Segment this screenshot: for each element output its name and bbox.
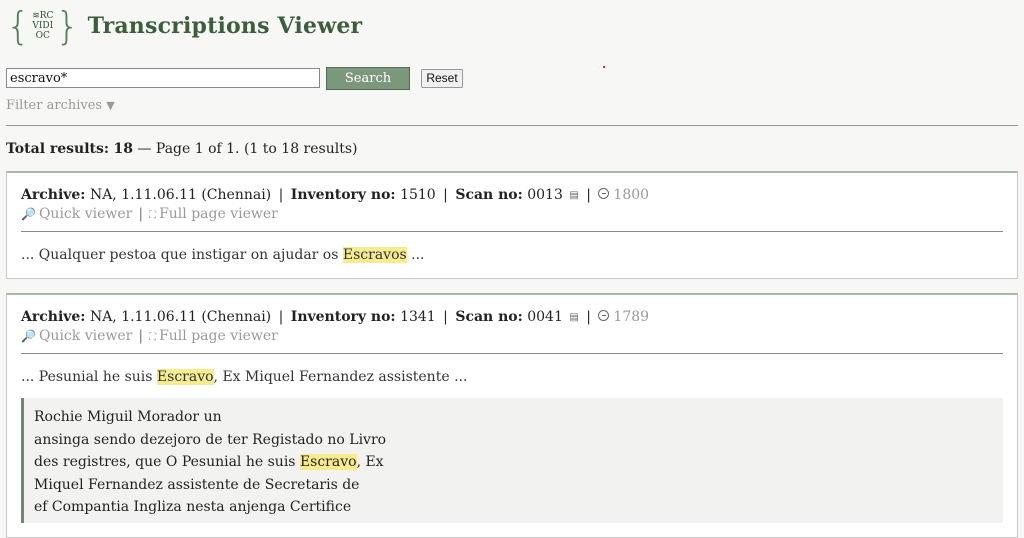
transcript-text: des registres, que O Pesunial he suis (34, 454, 300, 470)
divider (6, 125, 1018, 126)
transcript-text: , Ex (356, 454, 384, 470)
clock-icon (598, 188, 610, 199)
separator: | (586, 187, 591, 203)
search-highlight: Escravos (342, 247, 407, 263)
transcript-line: des registres, que O Pesunial he suis Es… (34, 451, 993, 474)
full-page-viewer-link[interactable]: Full page viewer (159, 206, 278, 222)
app-header: { ≋RC VIDI OC } Transcriptions Viewer (6, 0, 1024, 50)
transcript-line: Miquel Fernandez assistente de Secretari… (34, 476, 360, 493)
logo: { ≋RC VIDI OC } (6, 6, 80, 46)
scan-icon[interactable]: ▤ (569, 190, 578, 201)
quick-viewer-link[interactable]: Quick viewer (39, 206, 132, 222)
scan-value: 0041 (527, 309, 563, 325)
snippet-text: ... Qualquer pestoa que instigar on ajud… (21, 247, 343, 263)
page: { ≋RC VIDI OC } Transcriptions Viewer Se… (0, 0, 1024, 538)
total-results-count: 18 (113, 141, 133, 157)
inventory-label: Inventory no: (290, 309, 396, 325)
search-button[interactable]: Search (326, 66, 410, 90)
fullscreen-icon: ⛶ (149, 332, 157, 343)
inventory-label: Inventory no: (290, 187, 396, 203)
snippet-text: ... (406, 247, 425, 263)
result-snippet: ... Qualquer pestoa que instigar on ajud… (21, 246, 1003, 264)
separator: | (443, 187, 448, 203)
magnifier-icon: 🔎 (21, 329, 36, 343)
search-bar: Search Reset (6, 66, 1024, 90)
transcript-line: ansinga sendo dezejoro de ter Registado … (34, 431, 387, 448)
archive-label: Archive: (21, 187, 86, 203)
scan-label: Scan no: (455, 309, 523, 325)
separator: | (443, 309, 448, 325)
fullscreen-icon: ⛶ (149, 210, 157, 221)
separator: | (138, 328, 144, 344)
logo-left-brace: { (6, 4, 31, 48)
reset-button[interactable]: Reset (421, 68, 463, 88)
result-snippet: ... Pesunial he suis Escravo, Ex Miquel … (21, 368, 1003, 386)
result-card: Archive: NA, 1.11.06.11 (Chennai) | Inve… (6, 171, 1018, 279)
pagination-info: — Page 1 of 1. (1 to 18 results) (133, 141, 358, 157)
scan-icon[interactable]: ▤ (569, 312, 578, 323)
filter-archives-label: Filter archives (6, 98, 103, 113)
result-card: Archive: NA, 1.11.06.11 (Chennai) | Inve… (6, 293, 1018, 538)
separator: | (138, 206, 144, 222)
archive-value: NA, 1.11.06.11 (Chennai) (89, 187, 272, 203)
result-meta: Archive: NA, 1.11.06.11 (Chennai) | Inve… (21, 187, 1003, 204)
logo-line-2: VIDI (32, 21, 54, 31)
clock-icon (598, 310, 610, 321)
separator: | (586, 309, 591, 325)
logo-line-3: OC (35, 31, 50, 41)
results-summary: Total results: 18 — Page 1 of 1. (1 to 1… (6, 141, 1024, 157)
total-results-label: Total results: (6, 141, 110, 157)
scan-value: 0013 (527, 187, 563, 203)
transcript-line: Rochie Miguil Morador un (34, 409, 222, 425)
divider (21, 353, 1003, 354)
filter-archives-toggle[interactable]: Filter archives ▼ (6, 98, 1024, 113)
page-title: Transcriptions Viewer (87, 13, 363, 39)
search-input[interactable] (6, 68, 320, 88)
inventory-value: 1510 (400, 187, 436, 203)
full-page-viewer-link[interactable]: Full page viewer (159, 328, 278, 344)
search-highlight: Escravo (299, 454, 357, 470)
logo-letters: ≋RC VIDI OC (32, 11, 53, 41)
archive-label: Archive: (21, 309, 86, 325)
triangle-down-icon: ▼ (106, 99, 115, 112)
logo-right-brace: } (55, 4, 80, 48)
viewer-links: 🔎 Quick viewer | ⛶ Full page viewer (21, 328, 1003, 346)
separator: | (278, 187, 284, 203)
transcript-line: ef Compantia Ingliza nesta anjenga Certi… (34, 499, 352, 515)
archive-value: NA, 1.11.06.11 (Chennai) (89, 309, 272, 325)
result-meta: Archive: NA, 1.11.06.11 (Chennai) | Inve… (21, 309, 1003, 326)
year-value: 1800 (613, 187, 650, 203)
inventory-value: 1341 (400, 309, 436, 325)
cursor-dot (603, 66, 605, 68)
separator: | (278, 309, 284, 325)
viewer-links: 🔎 Quick viewer | ⛶ Full page viewer (21, 206, 1003, 224)
snippet-text: ... Pesunial he suis (21, 369, 157, 385)
transcript-preview: Rochie Miguil Morador un ansinga sendo d… (21, 398, 1003, 523)
year-value: 1789 (613, 309, 650, 325)
scan-label: Scan no: (455, 187, 523, 203)
logo-line-1: ≋RC (32, 11, 54, 21)
quick-viewer-link[interactable]: Quick viewer (39, 328, 132, 344)
divider (21, 231, 1003, 232)
snippet-text: , Ex Miquel Fernandez assistente ... (213, 369, 468, 385)
magnifier-icon: 🔎 (21, 207, 36, 221)
search-highlight: Escravo (156, 369, 214, 385)
